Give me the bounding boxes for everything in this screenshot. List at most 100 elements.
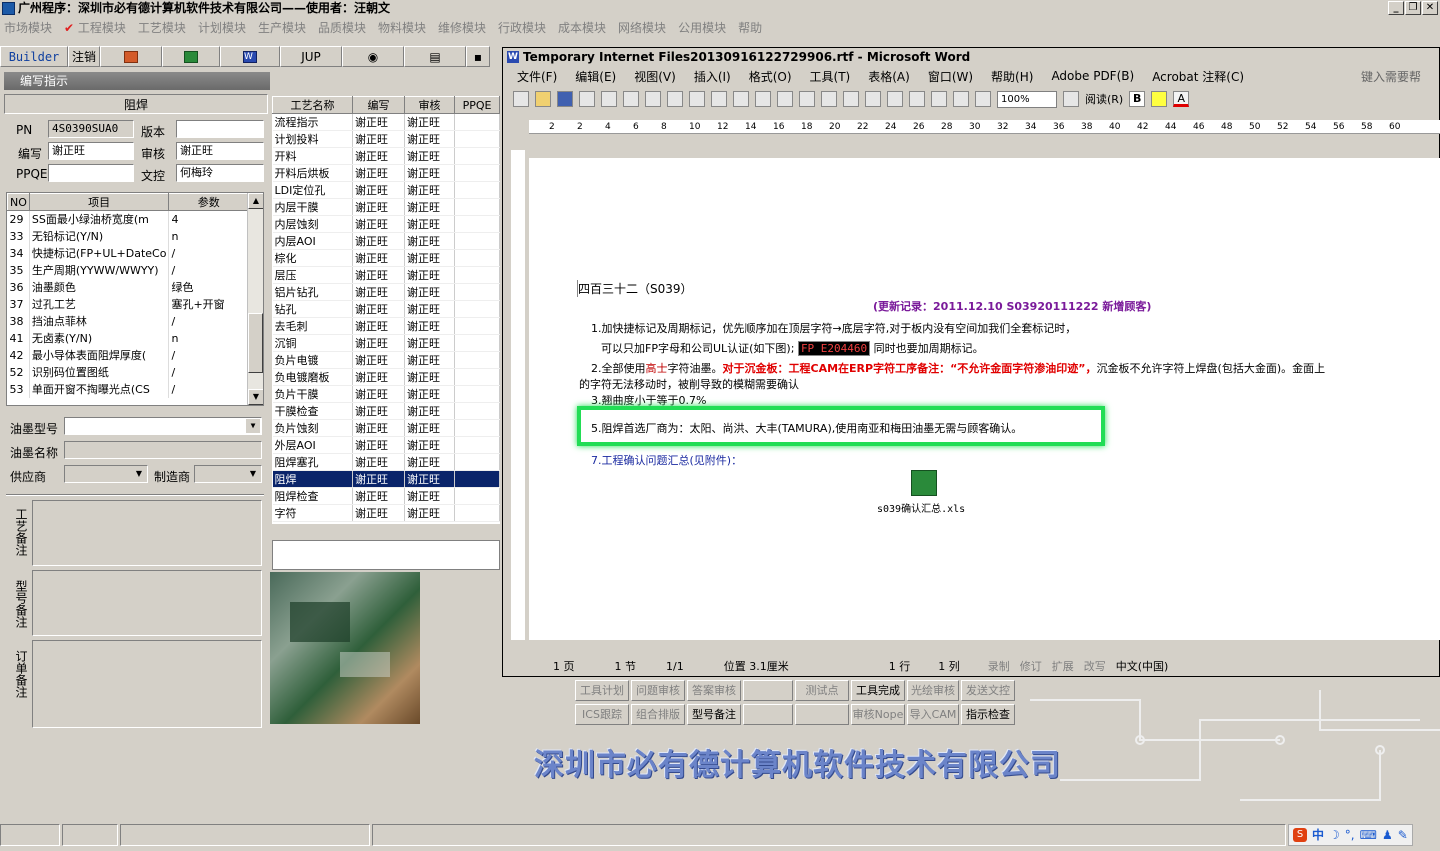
process-cell[interactable]: 谢正旺 <box>404 402 455 420</box>
process-cell[interactable]: 谢正旺 <box>352 436 405 454</box>
process-row[interactable]: 阻焊塞孔 谢正旺 谢正旺 <box>272 453 500 471</box>
param-row[interactable]: 35 生产周期(YYWW/WWYY) / <box>7 261 249 279</box>
process-cell[interactable]: 谢正旺 <box>352 249 405 267</box>
param-cell-item[interactable]: 最小导体表面阻焊厚度( <box>29 346 170 364</box>
process-cell[interactable] <box>454 334 500 352</box>
process-row[interactable]: 内层干膜 谢正旺 谢正旺 <box>272 198 500 216</box>
menu-engineering[interactable]: ✔ 工程模块 <box>64 19 126 36</box>
hyperlink-icon[interactable] <box>821 91 837 107</box>
param-cell-no[interactable]: 34 <box>7 244 30 262</box>
insert-excel-icon[interactable] <box>887 91 903 107</box>
read-button[interactable]: 阅读(R) <box>1085 91 1123 107</box>
process-cell[interactable]: 谢正旺 <box>352 470 405 488</box>
param-cell-item[interactable]: 油墨颜色 <box>29 278 170 296</box>
process-cell[interactable]: 内层蚀刻 <box>272 215 353 233</box>
excel-attachment-icon[interactable] <box>911 470 937 496</box>
process-cell[interactable]: 谢正旺 <box>404 487 455 505</box>
menu-process[interactable]: 工艺模块 <box>138 19 186 36</box>
builder-button[interactable]: Builder <box>0 46 68 67</box>
ink-name-field[interactable] <box>64 441 262 459</box>
document-page[interactable]: 四百三十二（S039） (更新记录：2011.12.10 S0392011122… <box>529 158 1440 640</box>
process-cell[interactable]: 谢正旺 <box>404 266 455 284</box>
database-icon[interactable]: ▤ <box>404 46 466 67</box>
jup-button[interactable]: JUP <box>280 46 342 67</box>
horizontal-ruler[interactable]: 2 2 4 6 8 10 12 14 16 18 20 22 24 26 28 30 32 34 36 38 40 42 4… <box>529 120 1440 134</box>
param-row[interactable]: 33 无铅标记(Y/N) n <box>7 227 249 245</box>
tool-plan-button[interactable]: 工具计划 <box>575 680 629 701</box>
param-cell-no[interactable]: 52 <box>7 363 30 381</box>
combine-layout-button[interactable]: 组合排版 <box>631 704 685 725</box>
review-nope-button[interactable]: 审核Nope <box>851 704 905 725</box>
process-cell[interactable]: 谢正旺 <box>404 164 455 182</box>
param-cell-val[interactable]: 绿色 <box>168 278 249 296</box>
status-record[interactable]: 录制 <box>988 658 1010 674</box>
process-cell[interactable] <box>454 402 500 420</box>
param-cell-val[interactable]: / <box>168 363 249 381</box>
word-menu-pdf[interactable]: Adobe PDF(B) <box>1051 69 1134 83</box>
process-cell[interactable]: 谢正旺 <box>352 113 405 131</box>
ink-type-select[interactable]: ▼ <box>64 417 262 435</box>
process-cell[interactable]: 谢正旺 <box>352 402 405 420</box>
process-cell[interactable]: 谢正旺 <box>404 113 455 131</box>
powerpoint-icon[interactable] <box>100 46 162 67</box>
col-no[interactable]: NO <box>7 193 30 211</box>
save-icon[interactable] <box>557 91 573 107</box>
process-cell[interactable]: 谢正旺 <box>352 487 405 505</box>
col-ppqe[interactable]: PPQE <box>454 96 500 114</box>
supplier-select[interactable]: ▼ <box>64 465 148 483</box>
word-menu-tools[interactable]: 工具(T) <box>810 68 851 85</box>
process-cell[interactable]: 谢正旺 <box>352 181 405 199</box>
process-cell[interactable] <box>454 385 500 403</box>
param-cell-val[interactable]: / <box>168 346 249 364</box>
moon-icon[interactable]: ☽ <box>1329 828 1340 842</box>
param-cell-val[interactable]: 4 <box>168 210 249 228</box>
menu-network[interactable]: 网络模块 <box>618 19 666 36</box>
dropdown-arrow-icon[interactable]: ▼ <box>132 467 146 481</box>
process-row[interactable]: 负片电镀 谢正旺 谢正旺 <box>272 351 500 369</box>
process-cell[interactable] <box>454 147 500 165</box>
model-note-button[interactable]: 型号备注 <box>687 704 741 725</box>
param-cell-no[interactable]: 37 <box>7 295 30 313</box>
scroll-thumb[interactable] <box>248 313 263 373</box>
process-cell[interactable]: 谢正旺 <box>352 283 405 301</box>
param-cell-item[interactable]: 过孔工艺 <box>29 295 170 313</box>
ime-mode[interactable]: 中 <box>1312 826 1324 843</box>
punct-icon[interactable]: °, <box>1345 828 1355 842</box>
process-row[interactable]: 去毛刺 谢正旺 谢正旺 <box>272 317 500 335</box>
process-cell[interactable] <box>454 113 500 131</box>
process-cell[interactable]: 层压 <box>272 266 353 284</box>
param-cell-val[interactable]: 塞孔+开窗 <box>168 295 249 313</box>
process-cell[interactable] <box>454 181 500 199</box>
insert-table-icon[interactable] <box>865 91 881 107</box>
process-row[interactable]: 字符 谢正旺 谢正旺 <box>272 504 500 522</box>
process-row[interactable]: 沉铜 谢正旺 谢正旺 <box>272 334 500 352</box>
word-menu-help[interactable]: 帮助(H) <box>991 68 1033 85</box>
pn-field[interactable]: 4S0390SUA0 <box>48 120 134 138</box>
process-cell[interactable]: 负片电镀 <box>272 351 353 369</box>
process-cell[interactable]: 谢正旺 <box>352 147 405 165</box>
word-menu-edit[interactable]: 编辑(E) <box>575 68 616 85</box>
redo-icon[interactable] <box>799 91 815 107</box>
process-row[interactable]: 内层AOI 谢正旺 谢正旺 <box>272 232 500 250</box>
param-row[interactable]: 36 油墨颜色 绿色 <box>7 278 249 296</box>
control-field[interactable]: 何梅玲 <box>176 164 264 182</box>
tables-icon[interactable] <box>843 91 859 107</box>
process-cell[interactable]: 阻焊 <box>272 470 353 488</box>
process-cell[interactable]: 谢正旺 <box>404 504 455 522</box>
col-review[interactable]: 审核 <box>404 96 455 114</box>
process-cell[interactable]: 负电镀磨板 <box>272 368 353 386</box>
process-row[interactable]: 钻孔 谢正旺 谢正旺 <box>272 300 500 318</box>
process-cell[interactable] <box>454 317 500 335</box>
col-param[interactable]: 参数 <box>168 193 249 211</box>
process-cell[interactable] <box>454 504 500 522</box>
param-cell-val[interactable]: / <box>168 312 249 330</box>
minimize-button[interactable]: _ <box>1388 1 1404 15</box>
word-menu-view[interactable]: 视图(V) <box>634 68 676 85</box>
instruction-check-button[interactable]: 指示检查 <box>961 704 1015 725</box>
param-cell-no[interactable]: 36 <box>7 278 30 296</box>
process-cell[interactable]: 谢正旺 <box>352 300 405 318</box>
permission-icon[interactable] <box>579 91 595 107</box>
word-menu-window[interactable]: 窗口(W) <box>928 68 973 85</box>
param-cell-no[interactable]: 42 <box>7 346 30 364</box>
param-cell-val[interactable]: / <box>168 244 249 262</box>
